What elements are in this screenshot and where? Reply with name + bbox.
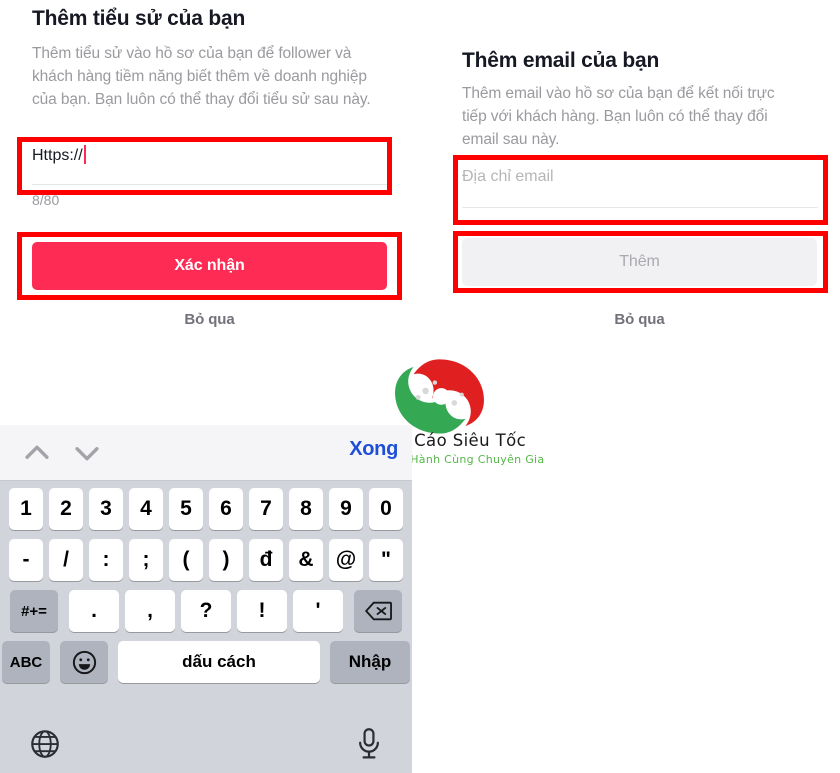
page-title-bio: Thêm tiểu sử của bạn (32, 7, 246, 30)
confirm-button[interactable]: Xác nhận (32, 242, 387, 290)
key-quote[interactable]: " (369, 539, 403, 581)
key-paren-close[interactable]: ) (209, 539, 243, 581)
key-0[interactable]: 0 (369, 488, 403, 530)
key-ampersand[interactable]: & (289, 539, 323, 581)
key-emoji[interactable] (60, 641, 108, 683)
keyboard-bottom-bar (0, 715, 412, 773)
key-exclamation[interactable]: ! (237, 590, 287, 632)
keyboard-row-symbols: - / : ; ( ) đ & @ " (3, 539, 409, 581)
key-paren-open[interactable]: ( (169, 539, 203, 581)
email-input[interactable]: Địa chỉ email (462, 168, 818, 208)
key-symbols-toggle[interactable]: #+= (10, 590, 58, 632)
key-enter[interactable]: Nhập (330, 641, 410, 683)
key-dong[interactable]: đ (249, 539, 283, 581)
emoji-smiley-icon (72, 650, 96, 674)
skip-link-email[interactable]: Bỏ qua (462, 311, 817, 328)
page-title-email: Thêm email của bạn (462, 49, 660, 72)
page-description-email: Thêm email vào hồ sơ của bạn để kết nối … (462, 85, 775, 148)
key-period[interactable]: . (69, 590, 119, 632)
key-at[interactable]: @ (329, 539, 363, 581)
character-counter: 8/80 (32, 192, 60, 208)
email-input-underline (462, 206, 818, 208)
key-hyphen[interactable]: - (9, 539, 43, 581)
keyboard-done-button[interactable]: Xong (349, 438, 398, 461)
text-caret (83, 145, 86, 164)
keyboard-rows: 1 2 3 4 5 6 7 8 9 0 - / : ; ( ) đ & @ " … (0, 481, 412, 683)
key-7[interactable]: 7 (249, 488, 283, 530)
key-3[interactable]: 3 (89, 488, 123, 530)
key-backspace[interactable] (354, 590, 402, 632)
key-colon[interactable]: : (89, 539, 123, 581)
ios-keyboard: Xong 1 2 3 4 5 6 7 8 9 0 - / : ; () đ &… (0, 425, 412, 773)
keyboard-row-numbers: 1 2 3 4 5 6 7 8 9 0 (3, 488, 409, 530)
skip-link-bio[interactable]: Bỏ qua (32, 311, 387, 328)
key-9[interactable]: 9 (329, 488, 363, 530)
key-2[interactable]: 2 (49, 488, 83, 530)
keyboard-accessory-bar: Xong (0, 425, 412, 481)
key-abc[interactable]: ABC (2, 641, 50, 683)
key-apostrophe[interactable]: ' (293, 590, 343, 632)
chevron-up-icon[interactable] (20, 436, 54, 470)
key-comma[interactable]: , (125, 590, 175, 632)
keyboard-row-punctuation: #+= . , ? ! ' (3, 590, 409, 632)
microphone-icon[interactable] (356, 728, 382, 760)
key-slash[interactable]: / (49, 539, 83, 581)
bio-input-underline (32, 183, 388, 185)
email-screen-panel: Thêm email của bạn Thêm email vào hồ sơ … (440, 0, 840, 340)
bio-input-value: Https:// (32, 147, 83, 164)
key-6[interactable]: 6 (209, 488, 243, 530)
key-question[interactable]: ? (181, 590, 231, 632)
bio-screen-panel: Thêm tiểu sử của bạn Thêm tiểu sử vào hồ… (0, 0, 412, 340)
key-1[interactable]: 1 (9, 488, 43, 530)
chevron-down-icon[interactable] (70, 436, 104, 470)
key-8[interactable]: 8 (289, 488, 323, 530)
backspace-icon (364, 601, 392, 621)
bio-input[interactable]: Https:// (32, 145, 388, 185)
add-button[interactable]: Thêm (462, 238, 817, 286)
key-space[interactable]: dấu cách (118, 641, 320, 683)
key-5[interactable]: 5 (169, 488, 203, 530)
screenshot-root: Thêm tiểu sử của bạn Thêm tiểu sử vào hồ… (0, 0, 840, 773)
globe-icon[interactable] (30, 729, 60, 759)
page-description-bio: Thêm tiểu sử vào hồ sơ của bạn để follow… (32, 45, 371, 108)
keyboard-row-bottom: ABC dấu cách Nhập (2, 641, 410, 683)
key-semicolon[interactable]: ; (129, 539, 163, 581)
email-input-placeholder: Địa chỉ email (462, 168, 554, 185)
key-4[interactable]: 4 (129, 488, 163, 530)
